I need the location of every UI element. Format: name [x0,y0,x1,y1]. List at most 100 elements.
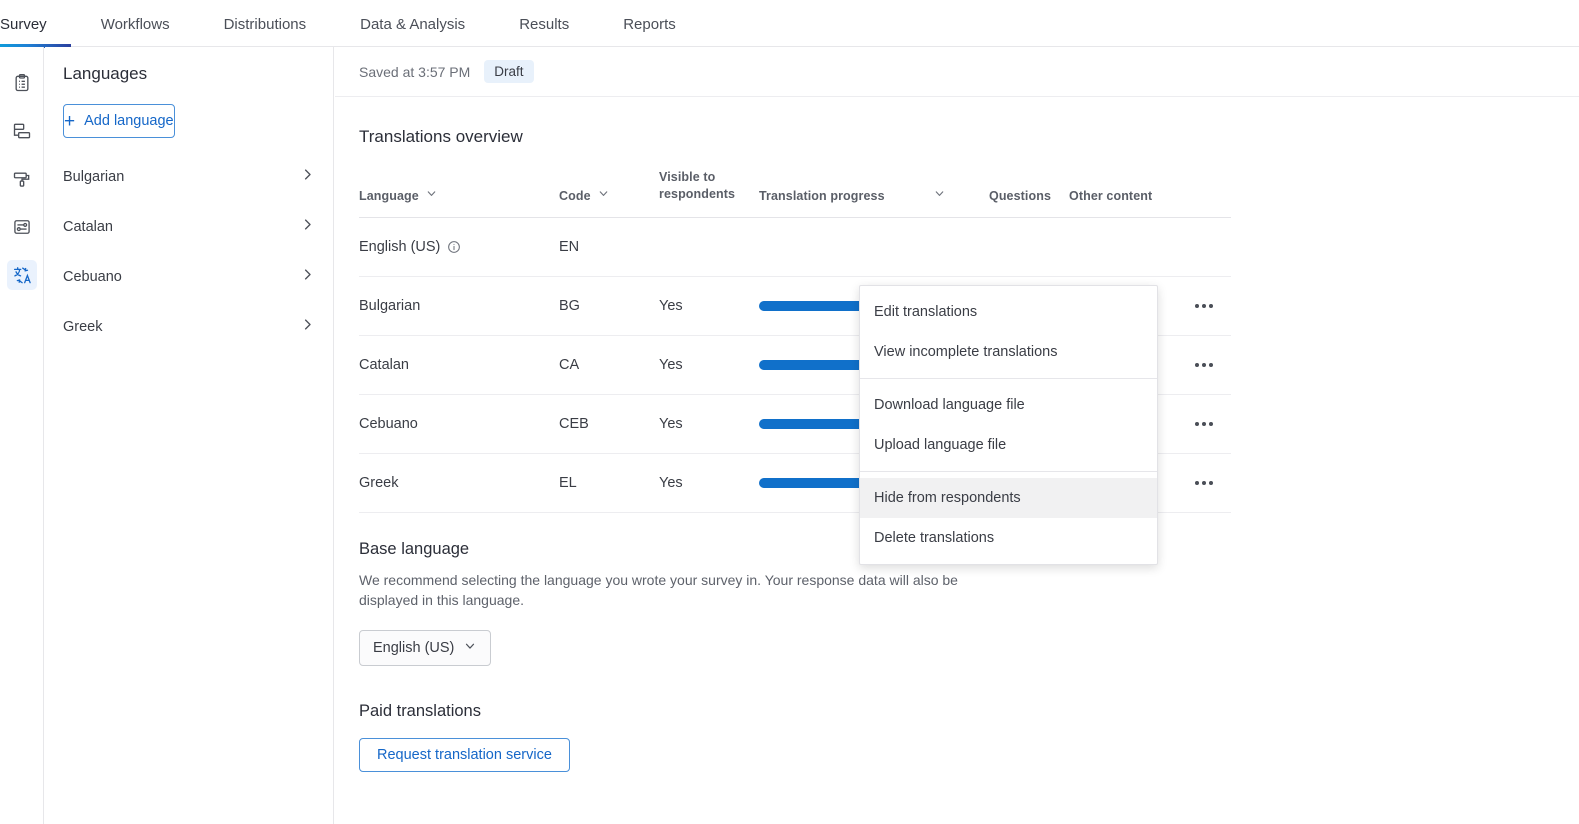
context-menu-item-label: Hide from respondents [874,490,1021,506]
column-header-questions: Questions [989,169,1069,217]
context-menu-item[interactable]: View incomplete translations [860,332,1157,372]
add-language-label: Add language [84,113,174,129]
chevron-down-icon [463,639,477,657]
rail-item-survey-options[interactable] [0,203,44,251]
language-list-item[interactable]: Catalan [63,202,315,252]
rail-item-translations[interactable] [0,251,44,299]
language-list-item-label: Catalan [63,219,113,235]
chevron-down-icon [933,187,946,203]
tab-survey[interactable]: Survey [0,16,71,48]
row-actions-context-menu: Edit translations View incomplete transla… [859,285,1158,565]
plus-icon: + [64,110,76,132]
request-translation-service-button[interactable]: Request translation service [359,738,570,773]
language-list-item[interactable]: Greek [63,302,315,352]
tab-distributions[interactable]: Distributions [224,16,307,47]
row-actions-menu-button[interactable] [1189,293,1219,319]
chevron-right-icon [300,267,315,287]
language-name: Bulgarian [359,297,421,314]
translations-overview-title: Translations overview [359,127,523,146]
row-actions-menu-button[interactable] [1189,352,1219,378]
column-label: Questions [989,188,1052,203]
language-list-item-label: Greek [63,319,103,335]
cell-code: EL [559,453,659,513]
saved-timestamp: Saved at 3:57 PM [359,63,471,80]
cell-code: CA [559,335,659,395]
row-actions-menu-button[interactable] [1189,470,1219,496]
languages-panel-title: Languages [63,64,148,83]
status-badge: Draft [484,60,534,83]
cell-visible-to-respondents: Yes [659,276,759,336]
tab-list: Survey Workflows Distributions Data & Analy… [0,0,1579,48]
cell-language: Cebuano [359,394,559,454]
column-header-translation-progress[interactable]: Translation progress [759,169,989,217]
language-list-item[interactable]: Bulgarian [63,152,315,202]
chevron-right-icon [300,217,315,237]
rail-item-survey-flow[interactable] [0,107,44,155]
paint-roller-icon [7,164,37,194]
translate-icon [7,260,37,290]
context-menu-separator [860,378,1157,379]
base-language-description: We recommend selecting the language you … [359,571,958,609]
cell-language: English (US) [359,217,559,277]
chevron-right-icon [300,317,315,337]
context-menu-item-label: Upload language file [874,437,1007,453]
paid-translations-section: Paid translations Request translation se… [359,702,1579,773]
cell-visible-to-respondents: Yes [659,394,759,454]
sliders-settings-icon [7,212,37,242]
base-language-select[interactable]: English (US) [359,630,492,667]
cell-visible-to-respondents [659,217,759,277]
tab-label: Survey [0,16,47,33]
tab-label: Distributions [223,16,307,33]
rail-item-look-and-feel[interactable] [0,155,44,203]
chevron-down-icon [597,187,610,203]
language-name: English (US) [359,238,441,255]
context-menu-item[interactable]: Edit translations [860,292,1157,332]
rail-item-survey-builder[interactable] [0,59,44,107]
tab-reports[interactable]: Reports [623,16,676,47]
column-label: Other content [1069,188,1153,203]
status-bar: Saved at 3:57 PM Draft [335,47,1579,97]
add-language-button[interactable]: + Add language [63,104,175,138]
tab-label: Data & Analysis [360,16,466,33]
top-navigation-bar: Survey Workflows Distributions Data & Analy… [0,0,1579,48]
clipboard-icon [7,68,37,98]
cell-language: Bulgarian [359,276,559,336]
context-menu-item-label: View incomplete translations [874,344,1058,360]
column-header-code[interactable]: Code [559,169,659,217]
column-header-other-content: Other content [1069,169,1189,217]
cell-translation-progress [759,217,989,277]
tab-label: Workflows [100,16,170,33]
column-header-actions [1189,169,1231,217]
column-label: Translation progress [759,188,885,203]
cell-actions [1189,335,1231,395]
tab-results[interactable]: Results [519,16,569,47]
row-actions-menu-button[interactable] [1189,411,1219,437]
language-list-item-label: Cebuano [63,269,122,285]
language-list-item[interactable]: Cebuano [63,252,315,302]
tab-data-analysis[interactable]: Data & Analysis [360,16,465,47]
info-icon[interactable] [447,240,461,254]
column-header-visible-to-respondents: Visible to respondents [659,169,759,217]
paid-translations-title: Paid translations [359,702,481,721]
base-language-selected-value: English (US) [373,640,455,657]
cell-actions [1189,276,1231,336]
context-menu-item[interactable]: Delete translations [860,518,1157,558]
cell-other-content [1069,217,1189,277]
tab-label: Reports [623,16,676,33]
context-menu-item-label: Download language file [874,397,1025,413]
cell-code: EN [559,217,659,277]
context-menu-item-label: Delete translations [874,530,995,546]
context-menu-item[interactable]: Hide from respondents [860,478,1157,518]
cell-actions [1189,453,1231,513]
main-content: Saved at 3:57 PM Draft Translations over… [335,47,1579,824]
context-menu-item[interactable]: Upload language file [860,425,1157,465]
tab-workflows[interactable]: Workflows [101,16,170,47]
column-header-language[interactable]: Language [359,169,559,217]
context-menu-item-label: Edit translations [874,304,978,320]
cell-language: Catalan [359,335,559,395]
column-label: Language [359,188,419,203]
context-menu-item[interactable]: Download language file [860,385,1157,425]
language-list: Bulgarian Catalan Cebuano Greek [45,152,333,352]
languages-panel: Languages + Add language Bulgarian Catala… [45,47,334,824]
tab-label: Results [519,16,570,33]
